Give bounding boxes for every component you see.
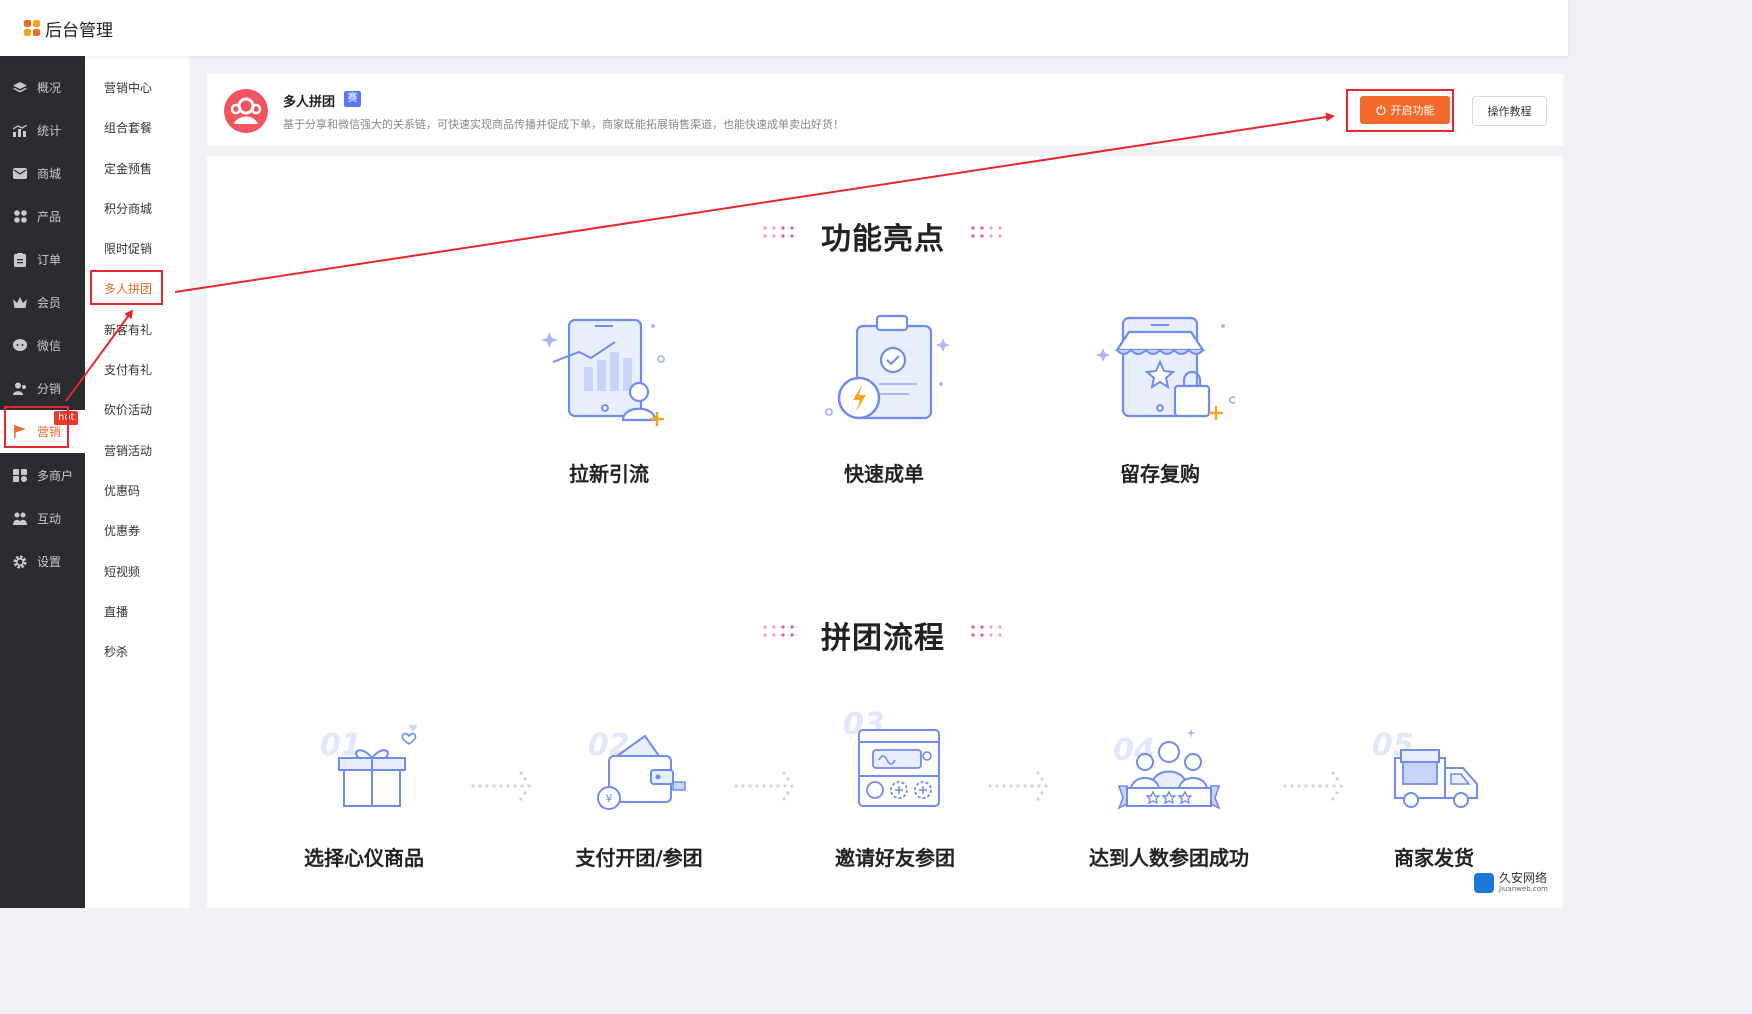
top-bar: 后台管理	[0, 0, 1568, 56]
app-title: 后台管理	[45, 20, 113, 41]
app-logo-icon	[24, 20, 40, 36]
watermark-domain: Jiuanweb.com	[1499, 885, 1548, 893]
annotation-arrows	[65, 112, 1335, 402]
watermark-logo-icon	[1474, 872, 1494, 893]
watermark: 久安网络 Jiuanweb.com	[1474, 872, 1548, 893]
watermark-name: 久安网络	[1499, 871, 1548, 885]
